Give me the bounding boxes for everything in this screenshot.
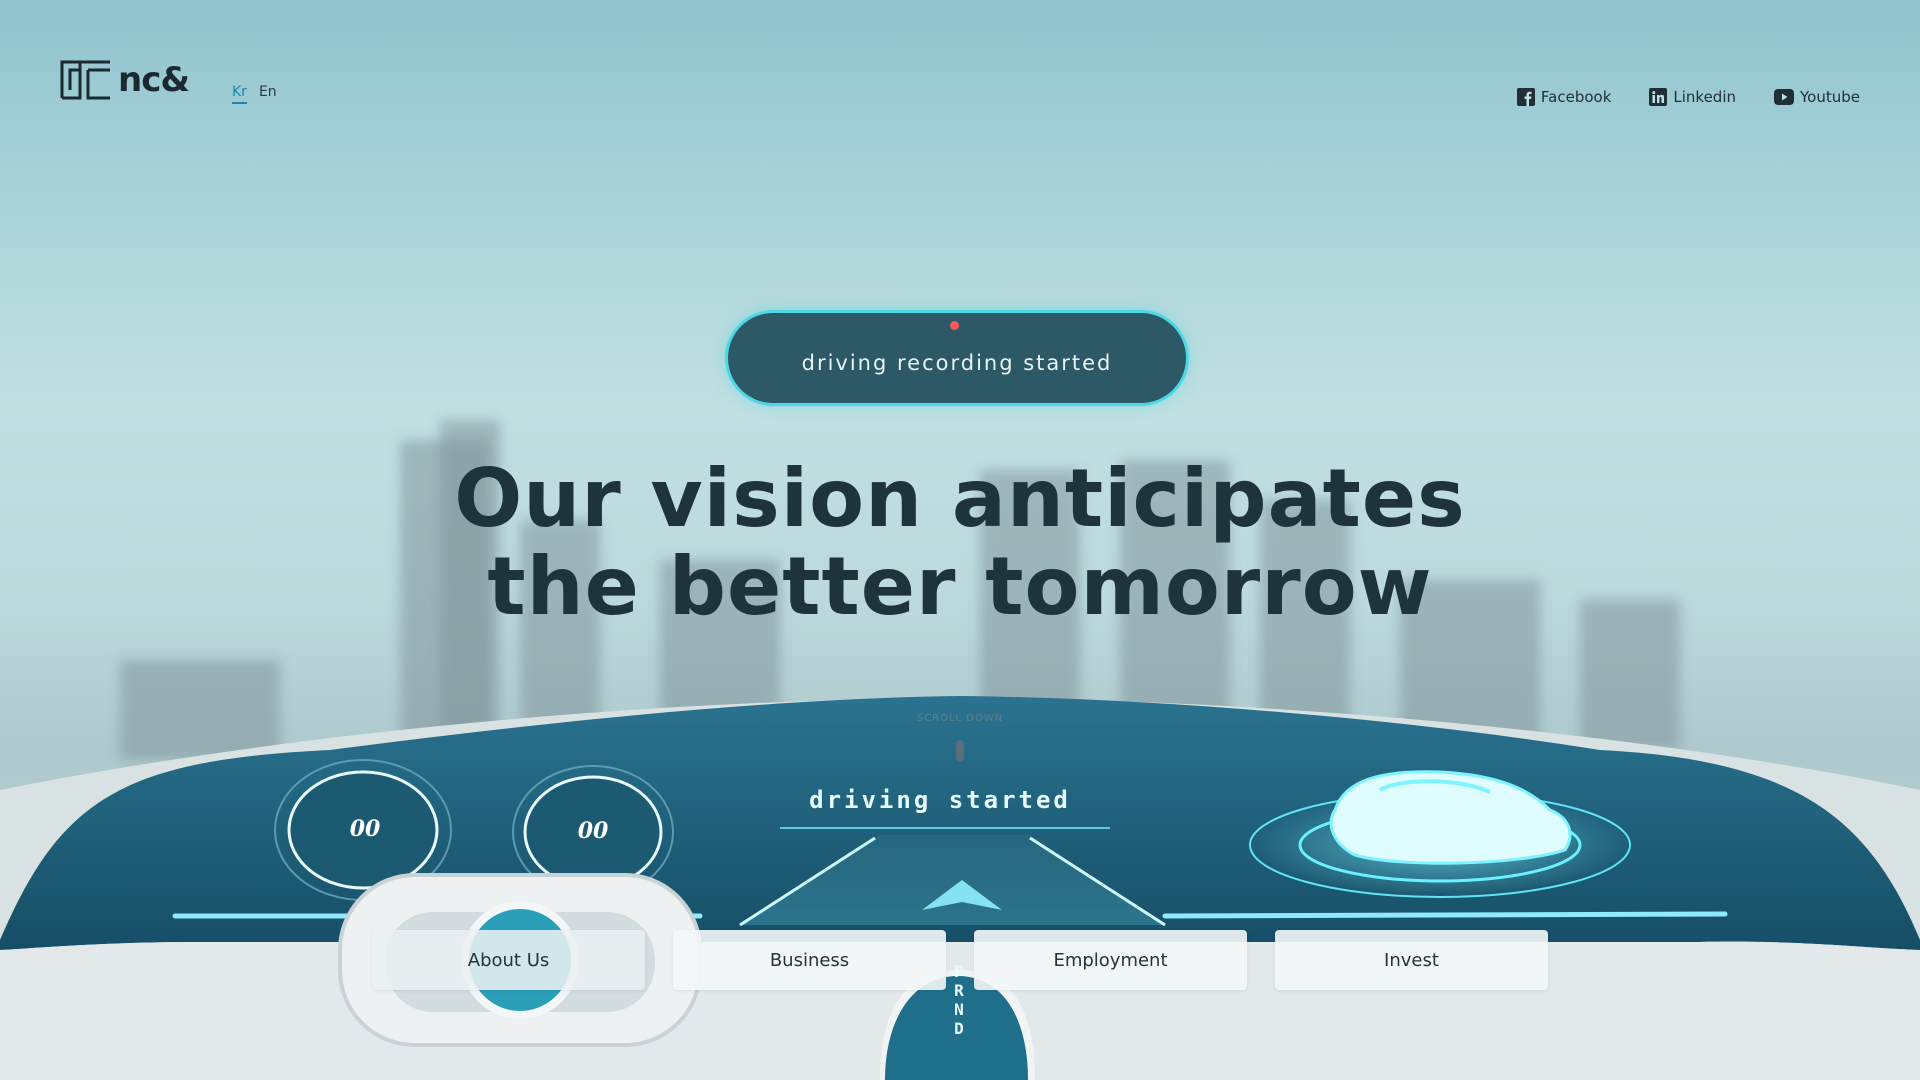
linkedin-link[interactable]: Linkedin [1649, 88, 1736, 106]
site-header: nc& Kr En Facebook Linkedin Youtube [0, 0, 1920, 140]
recording-status-text: driving recording started [801, 351, 1113, 375]
nav-employment[interactable]: Employment [974, 930, 1247, 990]
record-dot-icon [950, 321, 959, 330]
linkedin-icon [1649, 88, 1668, 106]
nav-about-us[interactable]: About Us [372, 930, 645, 990]
facebook-icon [1516, 88, 1535, 106]
main-nav: About Us Business Employment Invest [372, 930, 1548, 990]
social-links: Facebook Linkedin Youtube [1516, 88, 1860, 106]
logo-text: nc& [118, 60, 190, 100]
nav-business[interactable]: Business [673, 930, 946, 990]
linkedin-label: Linkedin [1673, 88, 1736, 106]
scroll-indicator[interactable] [956, 740, 964, 762]
lang-en[interactable]: En [259, 84, 277, 104]
headline-line-1: Our vision anticipates [454, 452, 1466, 545]
headline-line-2: the better tomorrow [487, 540, 1433, 633]
nav-invest[interactable]: Invest [1275, 930, 1548, 990]
facebook-link[interactable]: Facebook [1516, 88, 1612, 106]
brand-logo[interactable]: nc& [60, 60, 190, 100]
recording-status-pill: driving recording started [728, 313, 1186, 403]
youtube-label: Youtube [1800, 88, 1860, 106]
language-switcher: Kr En [232, 84, 277, 104]
lang-kr[interactable]: Kr [232, 84, 247, 104]
gear-d: D [954, 1019, 964, 1038]
youtube-icon [1774, 89, 1794, 105]
hero-headline: Our vision anticipates the better tomorr… [400, 455, 1520, 631]
gear-n: N [954, 1000, 964, 1019]
logo-mark-icon [60, 60, 110, 100]
youtube-link[interactable]: Youtube [1774, 88, 1860, 106]
facebook-label: Facebook [1540, 88, 1612, 106]
gauge-right-value: 00 [577, 818, 609, 844]
drive-status-label: driving started [809, 786, 1071, 814]
gauge-left-value: 00 [349, 816, 381, 842]
scroll-hint: SCROLL DOWN [916, 713, 1004, 724]
